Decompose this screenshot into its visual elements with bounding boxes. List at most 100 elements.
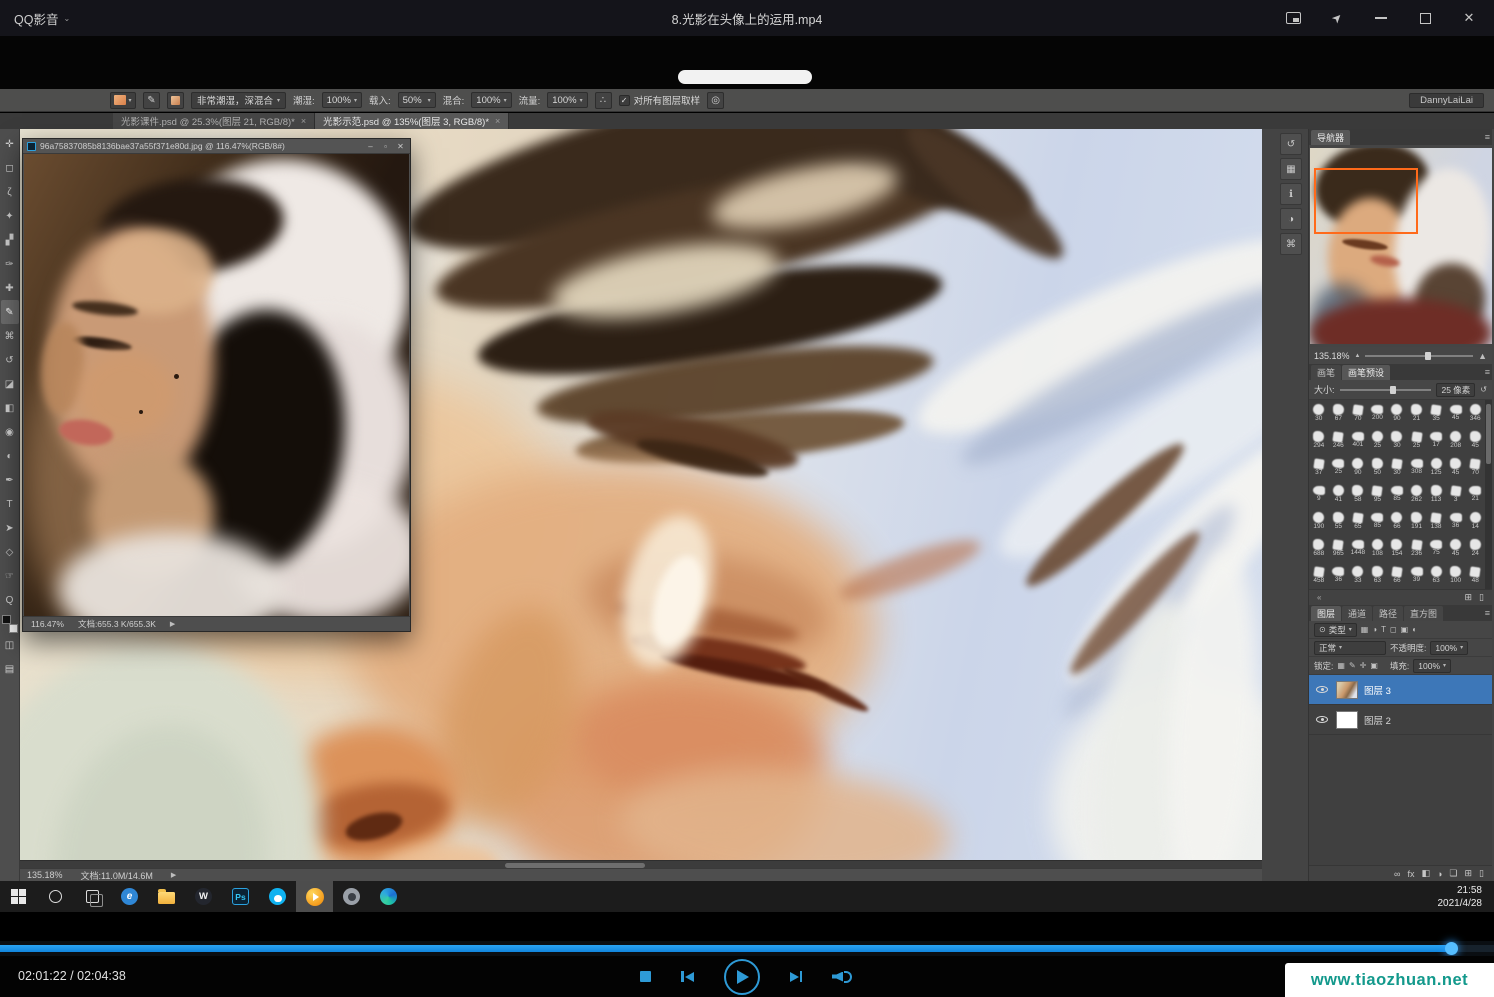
app-word[interactable]: W bbox=[185, 881, 222, 912]
brush-preset[interactable]: 308 bbox=[1407, 454, 1427, 481]
brush-preset[interactable]: 30 bbox=[1309, 400, 1329, 427]
status-flyout-icon[interactable]: ▶ bbox=[170, 620, 175, 628]
brush-preset[interactable]: 95 bbox=[1368, 481, 1388, 508]
history-brush-tool-icon[interactable]: ↺ bbox=[1, 348, 19, 372]
brush-preset[interactable]: 39 bbox=[1407, 562, 1427, 589]
brush-preset[interactable]: 262 bbox=[1407, 481, 1427, 508]
app-screenshot[interactable] bbox=[333, 881, 370, 912]
eraser-tool-icon[interactable]: ◪ bbox=[1, 372, 19, 396]
brush-preset[interactable]: 58 bbox=[1348, 481, 1368, 508]
layer-row[interactable]: 图层 3 bbox=[1309, 675, 1492, 705]
brush-preset[interactable]: 1448 bbox=[1348, 535, 1368, 562]
tab-brush[interactable]: 画笔 bbox=[1311, 365, 1341, 380]
info-panel-icon[interactable]: ℹ bbox=[1280, 183, 1302, 205]
adjustment-layer-icon[interactable]: ◑ bbox=[1437, 869, 1442, 879]
tab-channels[interactable]: 通道 bbox=[1342, 606, 1372, 621]
brush-preset[interactable]: 24 bbox=[1465, 535, 1485, 562]
reference-window-titlebar[interactable]: 96a75837085b8136bae37a55f371e80d.jpg @ 1… bbox=[23, 139, 410, 154]
brush-preset[interactable]: 125 bbox=[1426, 454, 1446, 481]
document-tab-2[interactable]: 光影示范.psd @ 135%(图层 3, RGB/8)*× bbox=[315, 113, 509, 129]
navigator-zoom-slider[interactable] bbox=[1365, 355, 1473, 357]
mixer-brush-tool-icon[interactable]: ✎ bbox=[1, 300, 19, 324]
canvas-hscrollbar[interactable] bbox=[20, 860, 1262, 868]
brush-preset[interactable]: 25 bbox=[1407, 427, 1427, 454]
tab-brush-presets[interactable]: 画笔预设 bbox=[1342, 365, 1390, 380]
brush-preset[interactable]: 45 bbox=[1446, 400, 1466, 427]
app-edge[interactable] bbox=[370, 881, 407, 912]
brush-preset[interactable]: 65 bbox=[1348, 508, 1368, 535]
zoom-value[interactable]: 135.18% bbox=[27, 870, 63, 880]
quick-select-tool-icon[interactable]: ✦ bbox=[1, 204, 19, 228]
brush-preset[interactable]: 21 bbox=[1465, 481, 1485, 508]
maximize-icon[interactable]: ▫ bbox=[380, 142, 391, 151]
shape-tool-icon[interactable]: ◇ bbox=[1, 540, 19, 564]
history-panel-icon[interactable]: ↺ bbox=[1280, 133, 1302, 155]
panel-menu-icon[interactable]: ≡ bbox=[1485, 367, 1490, 377]
brush-preset[interactable]: 85 bbox=[1387, 481, 1407, 508]
brush-preset[interactable]: 346 bbox=[1465, 400, 1485, 427]
brush-preset[interactable]: 45 bbox=[1446, 535, 1466, 562]
sample-all-layers-checkbox[interactable]: ✓ 对所有图层取样 bbox=[619, 93, 701, 107]
layer-thumbnail[interactable] bbox=[1336, 711, 1358, 729]
taskbar-clock[interactable]: 21:58 2021/4/28 bbox=[1438, 884, 1494, 910]
brush-preset[interactable]: 63 bbox=[1368, 562, 1388, 589]
document-tab-1[interactable]: 光影课件.psd @ 25.3%(图层 21, RGB/8)*× bbox=[113, 113, 315, 129]
brush-preset[interactable]: 30 bbox=[1387, 454, 1407, 481]
layer-filter-select[interactable]: ⊙ 类型 ▾ bbox=[1314, 623, 1357, 637]
brush-preset[interactable]: 200 bbox=[1368, 400, 1388, 427]
layer-name[interactable]: 图层 3 bbox=[1364, 683, 1391, 697]
close-tab-icon[interactable]: × bbox=[495, 116, 500, 126]
layer-visibility-icon[interactable] bbox=[1314, 716, 1330, 723]
hand-tool-icon[interactable]: ☞ bbox=[1, 564, 19, 588]
lasso-tool-icon[interactable]: ζ bbox=[1, 180, 19, 204]
minimize-button[interactable] bbox=[1366, 5, 1396, 31]
brush-preset[interactable]: 100 bbox=[1446, 562, 1466, 589]
wet-field[interactable]: 100%▾ bbox=[322, 92, 362, 108]
brush-preset[interactable]: 14 bbox=[1465, 508, 1485, 535]
play-button[interactable] bbox=[724, 959, 760, 995]
reference-window[interactable]: 96a75837085b8136bae37a55f371e80d.jpg @ 1… bbox=[22, 138, 411, 632]
brush-preset[interactable]: 90 bbox=[1348, 454, 1368, 481]
blur-tool-icon[interactable]: ◉ bbox=[1, 420, 19, 444]
slider-thumb[interactable] bbox=[1390, 386, 1396, 394]
app-menu-button[interactable]: QQ影音 ⌄ bbox=[14, 9, 70, 28]
zoom-out-icon[interactable]: ▲ bbox=[1355, 353, 1361, 359]
lock-position-icon[interactable]: ✛ bbox=[1360, 661, 1367, 670]
status-flyout-icon[interactable]: ▶ bbox=[171, 871, 176, 879]
brush-preset-picker[interactable]: ▾ bbox=[110, 92, 136, 109]
brush-preset[interactable]: 70 bbox=[1348, 400, 1368, 427]
seek-bar[interactable] bbox=[0, 941, 1494, 956]
filter-pixel-icon[interactable]: ▦ bbox=[1361, 625, 1369, 634]
brush-preset[interactable]: 45 bbox=[1465, 427, 1485, 454]
brush-preset[interactable]: 246 bbox=[1329, 427, 1349, 454]
layer-name[interactable]: 图层 2 bbox=[1364, 713, 1391, 727]
filter-adjustment-icon[interactable]: ◑ bbox=[1372, 625, 1377, 634]
brush-preset[interactable]: 48 bbox=[1465, 562, 1485, 589]
brush-preset[interactable]: 70 bbox=[1465, 454, 1485, 481]
brush-preset[interactable]: 25 bbox=[1368, 427, 1388, 454]
slider-thumb[interactable] bbox=[1425, 352, 1431, 360]
brush-preset[interactable]: 17 bbox=[1426, 427, 1446, 454]
marquee-tool-icon[interactable]: ◻ bbox=[1, 156, 19, 180]
brush-preset[interactable]: 113 bbox=[1426, 481, 1446, 508]
pressure-size-icon[interactable]: ◎ bbox=[707, 92, 724, 109]
brush-preset[interactable]: 236 bbox=[1407, 535, 1427, 562]
brush-preset[interactable]: 75 bbox=[1426, 535, 1446, 562]
layer-style-icon[interactable]: fx bbox=[1407, 869, 1414, 879]
hscrollbar-thumb[interactable] bbox=[505, 863, 645, 868]
navigator-thumbnail[interactable] bbox=[1310, 148, 1492, 344]
brush-preset[interactable]: 21 bbox=[1407, 400, 1427, 427]
boost-button[interactable]: ➤ bbox=[1322, 5, 1352, 31]
close-icon[interactable]: ✕ bbox=[395, 142, 406, 151]
navigator-zoom-value[interactable]: 135.18% bbox=[1314, 351, 1350, 361]
brush-preset[interactable]: 36 bbox=[1329, 562, 1349, 589]
task-view-button[interactable] bbox=[74, 881, 111, 912]
brush-size-slider[interactable] bbox=[1340, 389, 1432, 391]
brush-size-value[interactable]: 25 像素 bbox=[1436, 383, 1475, 397]
dodge-tool-icon[interactable]: ◐ bbox=[1, 444, 19, 468]
next-button[interactable] bbox=[790, 971, 803, 982]
link-layers-icon[interactable]: ∞ bbox=[1394, 869, 1400, 879]
brush-preset[interactable]: 66 bbox=[1387, 562, 1407, 589]
new-brush-icon[interactable]: ⊞ bbox=[1465, 592, 1473, 603]
brush-preset[interactable]: 458 bbox=[1309, 562, 1329, 589]
